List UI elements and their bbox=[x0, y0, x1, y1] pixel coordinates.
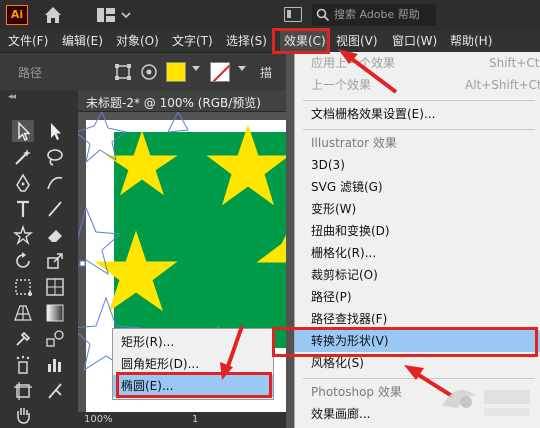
star-shape bbox=[94, 230, 178, 312]
document-title: 未标题-2* @ 100% (RGB/预览) bbox=[86, 96, 261, 110]
menu-warp[interactable]: 变形(W) bbox=[295, 198, 540, 220]
submenu-rectangle[interactable]: 矩形(R)... bbox=[113, 331, 273, 353]
magic-wand-tool-icon[interactable] bbox=[12, 146, 34, 168]
menu-apply-last-effect: 应用上一个效果 Shift+Ctrl bbox=[295, 52, 540, 74]
gradient-tool-icon[interactable] bbox=[44, 302, 66, 324]
shortcut-label: Alt+Shift+Ctrl bbox=[465, 78, 540, 92]
star-shape bbox=[106, 130, 178, 196]
eraser-tool-icon[interactable] bbox=[44, 224, 66, 246]
menu-object[interactable]: 对象(O) bbox=[116, 30, 159, 52]
home-icon[interactable] bbox=[42, 4, 64, 26]
app-logo: Ai bbox=[6, 5, 28, 25]
blend-tool-icon[interactable] bbox=[44, 328, 66, 350]
zoom-level[interactable]: 100% bbox=[84, 414, 113, 425]
menu-crop-marks[interactable]: 裁剪标记(O) bbox=[295, 264, 540, 286]
menu-help[interactable]: 帮助(H) bbox=[450, 30, 492, 52]
menu-distort-transform[interactable]: 扭曲和变换(D) bbox=[295, 220, 540, 242]
star-shape bbox=[206, 124, 286, 206]
eyedropper-tool-icon[interactable] bbox=[12, 328, 34, 350]
chevron-down-icon[interactable] bbox=[238, 66, 246, 71]
direct-selection-tool-icon[interactable] bbox=[44, 120, 66, 142]
lasso-tool-icon[interactable] bbox=[44, 146, 66, 168]
collapse-icon[interactable]: ◂◂ bbox=[8, 92, 16, 102]
anchor-icon[interactable] bbox=[138, 61, 160, 83]
column-graph-tool-icon[interactable] bbox=[44, 354, 66, 376]
menu-separator bbox=[303, 129, 535, 130]
menu-type[interactable]: 文字(T) bbox=[172, 30, 213, 52]
menu-item-label: 应用上一个效果 bbox=[311, 56, 396, 70]
menu-edit[interactable]: 编辑(E) bbox=[62, 30, 103, 52]
menu-svg-filters[interactable]: SVG 滤镜(G) bbox=[295, 176, 540, 198]
title-bar: Ai 搜索 Adobe 帮助 bbox=[0, 0, 540, 30]
rotate-tool-icon[interactable] bbox=[12, 250, 34, 272]
selection-tool-icon[interactable] bbox=[12, 120, 34, 142]
chevron-down-icon[interactable] bbox=[192, 66, 200, 71]
menu-effect[interactable]: 效果(C) bbox=[280, 30, 330, 52]
convert-to-shape-submenu: 矩形(R)... 圆角矩形(D)... 椭圆(E)... bbox=[112, 328, 274, 400]
slice-tool-icon[interactable] bbox=[44, 380, 66, 402]
page-number[interactable]: 1 bbox=[192, 414, 198, 425]
fill-color-swatch[interactable] bbox=[166, 62, 186, 82]
free-transform-tool-icon[interactable] bbox=[12, 276, 34, 298]
menu-3d[interactable]: 3D(3) bbox=[295, 154, 540, 176]
perspective-grid-tool-icon[interactable] bbox=[12, 302, 34, 324]
transform-icon[interactable] bbox=[112, 61, 134, 83]
star-outline-shape bbox=[167, 112, 189, 133]
hand-tool-icon[interactable] bbox=[12, 404, 34, 426]
menu-file[interactable]: 文件(F) bbox=[8, 30, 48, 52]
stroke-color-swatch[interactable] bbox=[210, 62, 230, 82]
menu-separator bbox=[303, 100, 535, 101]
star-tool-icon[interactable] bbox=[12, 224, 34, 246]
menu-convert-to-shape[interactable]: 转换为形状(V) bbox=[295, 330, 540, 352]
line-tool-icon[interactable] bbox=[44, 198, 66, 220]
menu-last-effect: 上一个效果 Alt+Shift+Ctrl bbox=[295, 74, 540, 96]
shortcut-label: Shift+Ctrl bbox=[489, 56, 540, 70]
watermark-logo bbox=[442, 389, 530, 416]
pen-tool-icon[interactable] bbox=[12, 172, 34, 194]
control-bar: 路径 描 bbox=[0, 52, 286, 90]
star-outline-shape bbox=[78, 112, 128, 164]
menu-window[interactable]: 窗口(W) bbox=[392, 30, 437, 52]
selection-handle bbox=[79, 260, 86, 267]
star-shape bbox=[256, 234, 286, 263]
object-type-label: 路径 bbox=[18, 66, 43, 80]
menu-select[interactable]: 选择(S) bbox=[226, 30, 267, 52]
menu-pathfinder[interactable]: 路径查找器(F) bbox=[295, 308, 540, 330]
menu-header-illustrator: Illustrator 效果 bbox=[311, 136, 397, 150]
stroke-label: 描 bbox=[260, 66, 273, 80]
submenu-rounded-rectangle[interactable]: 圆角矩形(D)... bbox=[113, 353, 273, 375]
menu-rasterize[interactable]: 栅格化(R)... bbox=[295, 242, 540, 264]
shape-builder-tool-icon[interactable] bbox=[44, 276, 66, 298]
menu-stylize[interactable]: 风格化(S) bbox=[295, 352, 540, 374]
search-icon bbox=[316, 8, 330, 22]
scale-tool-icon[interactable] bbox=[44, 250, 66, 272]
status-bar: 100% 1 bbox=[78, 412, 286, 428]
symbol-sprayer-tool-icon[interactable] bbox=[12, 354, 34, 376]
type-tool-icon[interactable] bbox=[12, 198, 34, 220]
menu-view[interactable]: 视图(V) bbox=[336, 30, 378, 52]
menu-raster-effect-settings[interactable]: 文档栅格效果设置(E)... bbox=[295, 103, 540, 125]
search-input[interactable]: 搜索 Adobe 帮助 bbox=[312, 4, 436, 26]
menu-bar: 文件(F) 编辑(E) 对象(O) 文字(T) 选择(S) 效果(C) 视图(V… bbox=[0, 30, 540, 52]
layout-icon[interactable] bbox=[96, 6, 136, 24]
menu-item-label: 上一个效果 bbox=[311, 78, 372, 92]
search-placeholder: 搜索 Adobe 帮助 bbox=[334, 8, 420, 21]
document-tab[interactable]: 未标题-2* @ 100% (RGB/预览) bbox=[78, 90, 286, 112]
menu-path[interactable]: 路径(P) bbox=[295, 286, 540, 308]
submenu-ellipse[interactable]: 椭圆(E)... bbox=[113, 375, 273, 397]
tools-panel: ◂◂ bbox=[0, 90, 78, 428]
artboard-tool-icon[interactable] bbox=[12, 380, 34, 402]
panel-toggle-icon[interactable] bbox=[284, 7, 302, 22]
curvature-tool-icon[interactable] bbox=[44, 172, 66, 194]
